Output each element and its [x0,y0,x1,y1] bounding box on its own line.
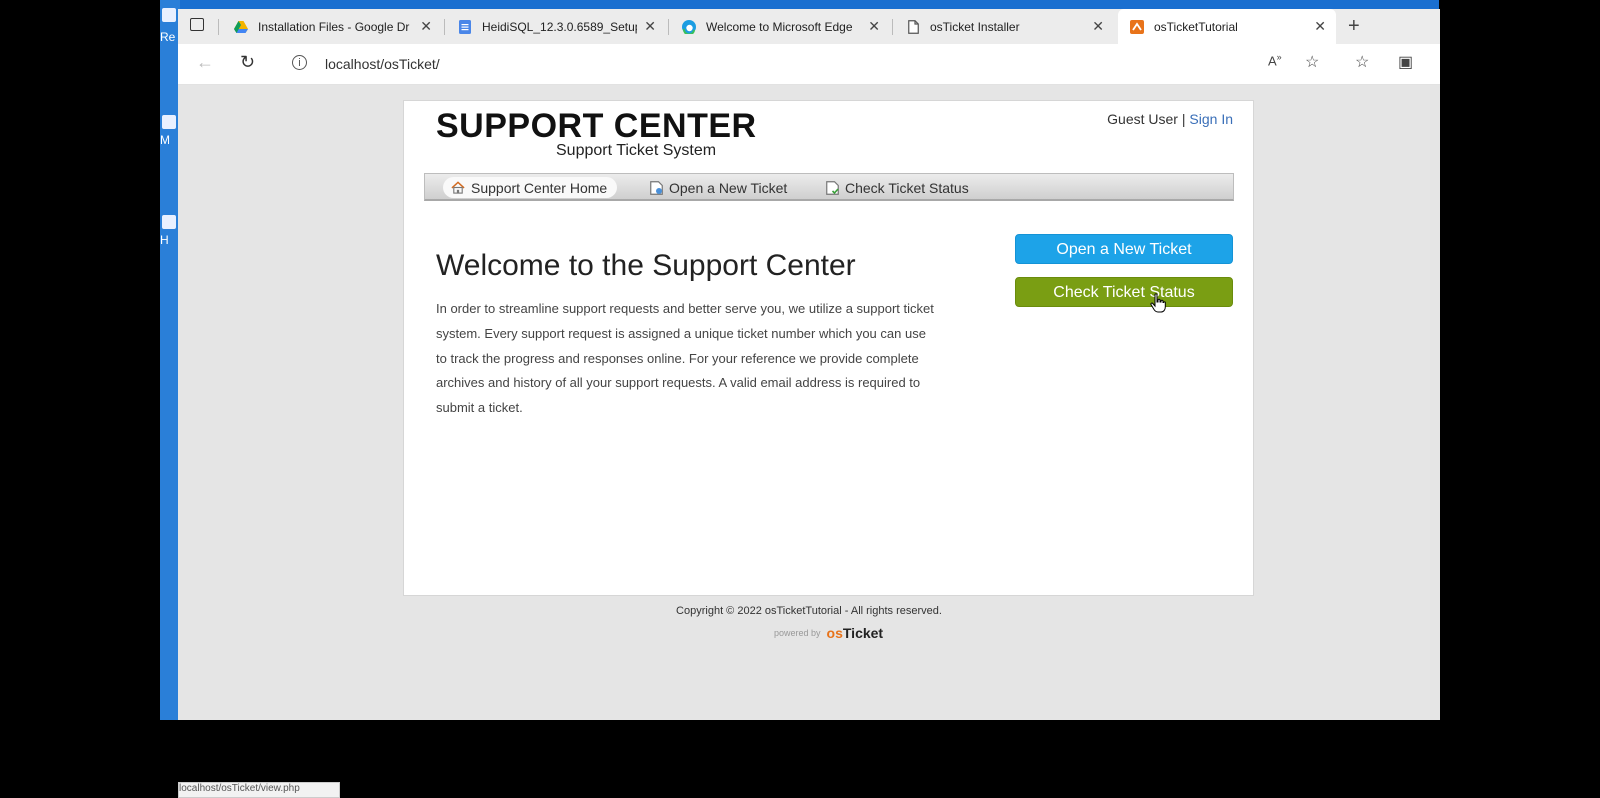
close-icon[interactable]: ✕ [420,18,432,35]
nav-open-new-ticket[interactable]: Open a New Ticket [641,177,797,198]
desktop-icon-label: M [160,133,170,147]
welcome-text-line: submit a ticket. [436,400,523,416]
powered-by-label: powered by [774,628,821,638]
nav-support-center-home[interactable]: Support Center Home [443,177,618,198]
document-icon [458,19,472,34]
tab-actions-icon[interactable] [190,18,204,31]
main-navigation: Support Center Home Open a New Ticket Ch… [424,173,1234,201]
osticket-logo-ticket: Ticket [842,625,884,641]
welcome-text-line: system. Every support request is assigne… [436,325,926,341]
close-icon[interactable]: ✕ [1314,18,1326,35]
browser-window: Installation Files - Google Dr ✕ HeidiSQ… [178,9,1440,798]
favorite-add-icon[interactable]: ☆ [1305,52,1319,72]
nav-label: Open a New Ticket [669,179,788,196]
tab-bar: Installation Files - Google Dr ✕ HeidiSQ… [178,9,1440,44]
welcome-text: In order to streamline support requests … [436,297,996,421]
collections-icon[interactable]: ▣ [1398,52,1413,72]
tab-separator [444,19,445,35]
refresh-icon[interactable]: ↻ [240,52,255,73]
close-icon[interactable]: ✕ [1092,18,1104,35]
tab-osticket-tutorial[interactable]: osTicketTutorial ✕ [1118,9,1336,44]
tab-osticket-installer[interactable]: osTicket Installer ✕ [894,9,1114,44]
nav-check-ticket-status[interactable]: Check Ticket Status [817,177,979,198]
home-icon [451,181,465,195]
tab-title: Welcome to Microsoft Edge [706,19,853,34]
tab-title: osTicket Installer [930,19,1020,34]
osticket-logo-os: os [826,625,843,641]
page-icon [906,19,920,34]
tab-title: osTicketTutorial [1154,19,1238,34]
desktop-icon-label: H [160,233,169,247]
nav-label: Support Center Home [471,179,608,196]
footer-copyright: Copyright © 2022 osTicketTutorial - All … [676,605,942,617]
page-viewport: SUPPORT CENTER Support Ticket System Gue… [178,85,1440,798]
google-drive-icon [234,20,248,34]
desktop-icon-strip [160,0,180,720]
tab-title: Installation Files - Google Dr [258,19,410,34]
edge-icon [682,19,696,34]
welcome-heading: Welcome to the Support Center [436,249,856,282]
welcome-text-line: to track the progress and responses onli… [436,350,919,366]
back-icon[interactable]: ← [196,52,214,73]
url-text[interactable]: localhost/osTicket/ [325,56,440,72]
tab-title: HeidiSQL_12.3.0.6589_Setup [482,19,637,34]
open-new-ticket-button[interactable]: Open a New Ticket [1015,234,1233,264]
logo-subtitle: Support Ticket System [556,142,717,159]
hand-cursor-icon [1150,293,1166,319]
desktop-icon-label: Re [160,30,176,44]
ticket-status-icon [825,180,839,195]
osticket-favicon [1130,19,1144,34]
tab-heidisql[interactable]: HeidiSQL_12.3.0.6589_Setup ✕ [446,9,666,44]
info-icon[interactable]: i [292,55,307,70]
osticket-logo[interactable]: osTicket [827,625,884,641]
close-icon[interactable]: ✕ [868,18,880,35]
tab-google-drive[interactable]: Installation Files - Google Dr ✕ [222,9,442,44]
guest-user-label: Guest User [1107,111,1178,127]
status-bar: localhost/osTicket/view.php [178,782,340,798]
check-ticket-status-button[interactable]: Check Ticket Status [1015,277,1233,307]
close-icon[interactable]: ✕ [644,18,656,35]
favorites-icon[interactable]: ☆ [1355,52,1369,72]
read-aloud-icon[interactable]: A» [1268,52,1282,68]
welcome-text-line: In order to streamline support requests … [436,301,934,316]
tab-edge-welcome[interactable]: Welcome to Microsoft Edge ✕ [670,9,890,44]
url-box[interactable]: i localhost/osTicket/ [280,49,1420,79]
userbar-separator: | [1181,111,1186,127]
support-center-page: SUPPORT CENTER Support Ticket System Gue… [403,100,1254,596]
address-bar: ← ↻ i localhost/osTicket/ A» ☆ ☆ ▣ [178,44,1440,85]
tab-separator [668,19,669,35]
desktop-app-icon[interactable] [162,115,176,129]
nav-label: Check Ticket Status [845,179,969,196]
logo-title[interactable]: SUPPORT CENTER [436,107,757,146]
sign-in-link[interactable]: Sign In [1189,111,1233,127]
desktop-app-icon[interactable] [162,8,176,22]
new-tab-icon[interactable]: + [1348,15,1360,38]
tab-separator [892,19,893,35]
tab-separator [218,19,219,35]
user-bar: Guest User | Sign In [1107,111,1233,127]
welcome-text-line: archives and history of all your support… [436,375,921,391]
desktop-app-icon[interactable] [162,215,176,229]
new-ticket-icon [649,180,663,195]
powered-by: powered by osTicket [774,625,883,641]
